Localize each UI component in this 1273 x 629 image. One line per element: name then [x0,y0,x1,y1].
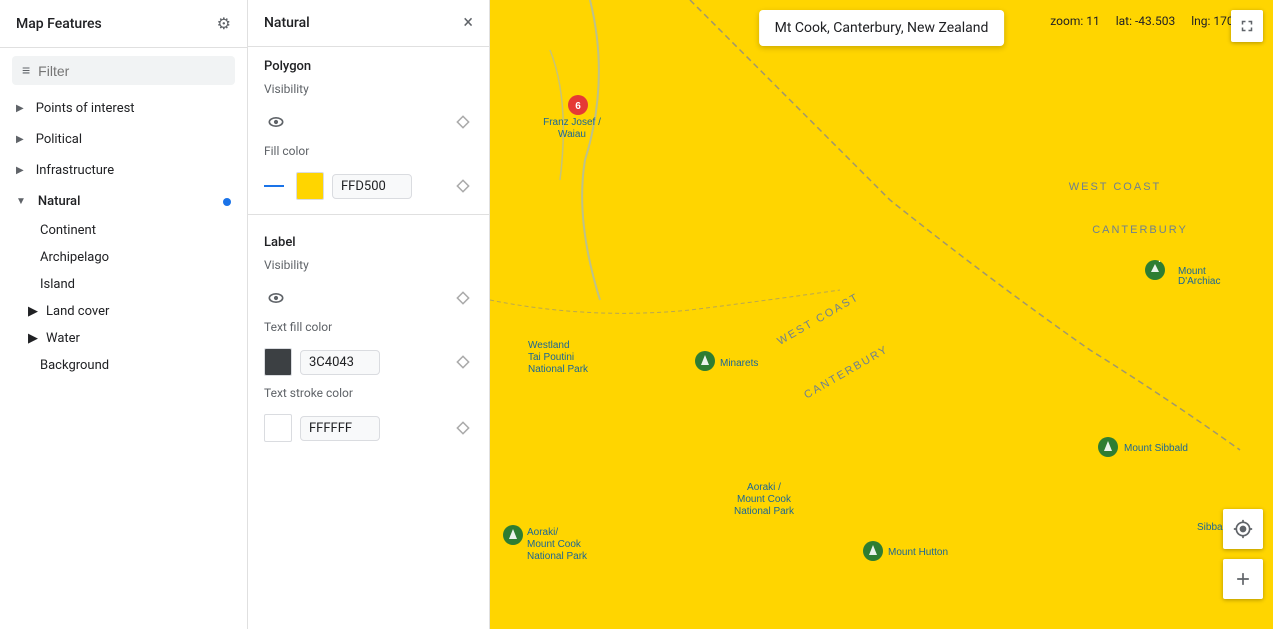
svg-text:Aoraki/: Aoraki/ [527,527,558,538]
diamond-icon-polygon[interactable] [453,112,473,132]
diamond-icon-text-fill[interactable] [453,352,473,372]
polygon-visibility-row [248,104,489,140]
zoom-in-button[interactable] [1223,559,1263,599]
sidebar-item-land-cover[interactable]: ▶ Land cover [0,298,247,325]
sidebar-subitem-label: Background [40,358,109,373]
svg-text:Mount Cook: Mount Cook [527,539,582,550]
sidebar-item-natural[interactable]: ▼ Natural [0,186,247,217]
sidebar-subitem-label: Land cover [46,304,109,319]
polygon-label: Polygon [248,47,489,78]
fill-color-swatch[interactable] [296,172,324,200]
close-button[interactable]: × [463,14,473,32]
chevron-right-icon: ▶ [16,134,24,145]
sidebar-item-points-of-interest[interactable]: ▶ Points of interest [0,93,247,124]
sidebar-subitem-label: Island [40,277,75,292]
search-value: Mt Cook, Canterbury, New Zealand [775,20,989,36]
svg-text:National Park: National Park [527,551,588,562]
panel: Natural × Polygon Visibility Fill color … [248,0,490,629]
fill-color-row: FFD500 [248,166,489,206]
sidebar-subitem-label: Water [46,331,80,346]
label-section: Label Visibility Text fill color 3C4043 [248,223,489,448]
sidebar-item-label: Political [36,132,82,147]
svg-text:▲: ▲ [1158,259,1161,263]
gear-icon[interactable]: ⚙ [217,14,231,33]
diamond-icon-label[interactable] [453,288,473,308]
chevron-down-icon: ▼ [16,196,26,207]
diamond-icon-fill[interactable] [453,176,473,196]
svg-text:Franz Josef /: Franz Josef / [543,117,601,128]
svg-text:Mount Sibbald: Mount Sibbald [1124,443,1188,454]
panel-title: Natural [264,15,310,31]
sidebar-item-political[interactable]: ▶ Political [0,124,247,155]
svg-text:Minarets: Minarets [720,358,758,369]
sidebar-item-water[interactable]: ▶ Water [0,325,247,352]
svg-text:Waiau: Waiau [558,129,586,140]
text-stroke-color-label: Text stroke color [248,382,489,408]
filter-box[interactable]: ≡ [12,56,235,85]
lat-display: lat: -43.503 [1116,14,1175,28]
chevron-right-icon: ▶ [16,103,24,114]
chevron-right-icon: ▶ [28,304,38,319]
svg-text:D'Archiac: D'Archiac [1178,276,1220,287]
sidebar-item-island[interactable]: Island [0,271,247,298]
svg-text:Mount Cook: Mount Cook [737,494,792,505]
nav-section: ▶ Points of interest ▶ Political ▶ Infra… [0,93,247,379]
sidebar-subitem-label: Archipelago [40,250,109,265]
sidebar-item-label: Points of interest [36,101,135,116]
svg-text:National Park: National Park [734,506,795,517]
label-visibility-row [248,280,489,316]
active-dot [223,198,231,206]
text-stroke-color-swatch[interactable] [264,414,292,442]
sidebar-item-label: Natural [38,194,80,209]
svg-text:Mount Hutton: Mount Hutton [888,547,948,558]
text-stroke-color-value[interactable]: FFFFFF [300,416,380,441]
svg-text:Westland: Westland [528,340,570,351]
filter-icon: ≡ [22,62,30,79]
sidebar-item-background[interactable]: Background [0,352,247,379]
map-canvas: 6 Franz Josef / Waiau WEST COAST CANTERB… [490,0,1273,629]
svg-text:CANTERBURY: CANTERBURY [1092,224,1188,236]
svg-text:Aoraki /: Aoraki / [747,482,781,493]
svg-text:Tai Poutini: Tai Poutini [528,352,574,363]
sidebar-header: Map Features ⚙ [0,0,247,48]
filter-input[interactable] [38,63,225,79]
minus-button[interactable] [264,185,284,187]
divider [248,214,489,215]
fill-color-label: Fill color [248,140,489,166]
visibility-label-text: Visibility [248,254,489,280]
sidebar: Map Features ⚙ ≡ ▶ Points of interest ▶ … [0,0,248,629]
sidebar-item-infrastructure[interactable]: ▶ Infrastructure [0,155,247,186]
location-button[interactable] [1223,509,1263,549]
eye-icon-label[interactable] [264,286,288,310]
sidebar-subitem-label: Continent [40,223,96,238]
svg-text:National Park: National Park [528,364,589,375]
svg-text:WEST COAST: WEST COAST [1069,181,1162,193]
text-fill-color-swatch[interactable] [264,348,292,376]
chevron-right-icon: ▶ [28,331,38,346]
text-stroke-color-row: FFFFFF [248,408,489,448]
label-section-title: Label [248,223,489,254]
sidebar-item-label: Infrastructure [36,163,114,178]
eye-icon-polygon[interactable] [264,110,288,134]
text-fill-color-row: 3C4043 [248,342,489,382]
fullscreen-button[interactable] [1231,10,1263,42]
visibility-label-polygon: Visibility [248,78,489,104]
diamond-icon-text-stroke[interactable] [453,418,473,438]
sidebar-title: Map Features [16,16,102,32]
text-fill-color-value[interactable]: 3C4043 [300,350,380,375]
chevron-right-icon: ▶ [16,165,24,176]
polygon-section: Polygon Visibility Fill color FFD500 [248,47,489,206]
sidebar-item-continent[interactable]: Continent [0,217,247,244]
svg-text:6: 6 [575,101,581,112]
zoom-display: zoom: 11 [1050,14,1099,28]
sidebar-item-archipelago[interactable]: Archipelago [0,244,247,271]
map[interactable]: zoom: 11 lat: -43.503 lng: 170.306 Mt Co… [490,0,1273,629]
text-fill-color-label: Text fill color [248,316,489,342]
panel-header: Natural × [248,0,489,47]
fill-color-value[interactable]: FFD500 [332,174,412,199]
search-box: Mt Cook, Canterbury, New Zealand [759,10,1005,46]
